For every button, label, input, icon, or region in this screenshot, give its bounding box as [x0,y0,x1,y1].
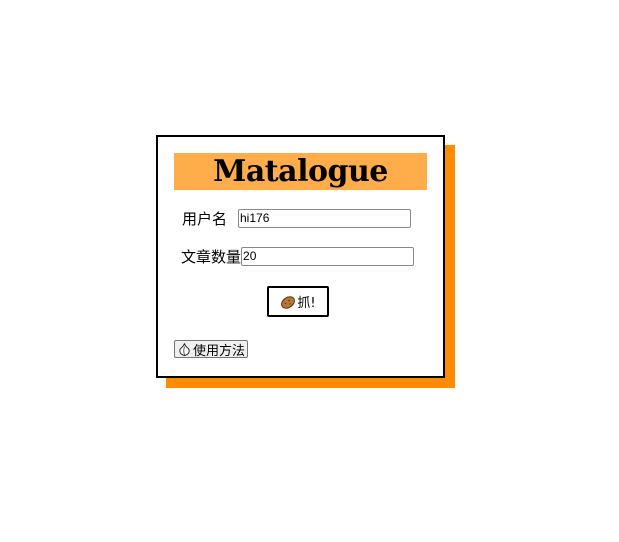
title-bar: Matalogue [174,153,427,190]
count-label: 文章数量 [181,248,242,266]
grab-button[interactable]: 抓! [267,286,329,317]
count-input[interactable] [241,247,415,266]
main-card: Matalogue 用户名 文章数量 抓! [156,135,445,378]
app-title: Matalogue [213,154,388,189]
help-button-label: 使用方法 [193,343,246,359]
potato-icon [280,294,296,310]
help-button[interactable]: 使用方法 [174,340,249,359]
count-row: 文章数量 [181,246,415,267]
username-label: 用户名 [182,210,228,228]
username-input[interactable] [238,209,411,228]
garlic-icon [177,342,192,357]
username-row: 用户名 [182,208,411,229]
page: Matalogue 用户名 文章数量 抓! [0,0,619,542]
grab-button-label: 抓! [297,296,316,311]
